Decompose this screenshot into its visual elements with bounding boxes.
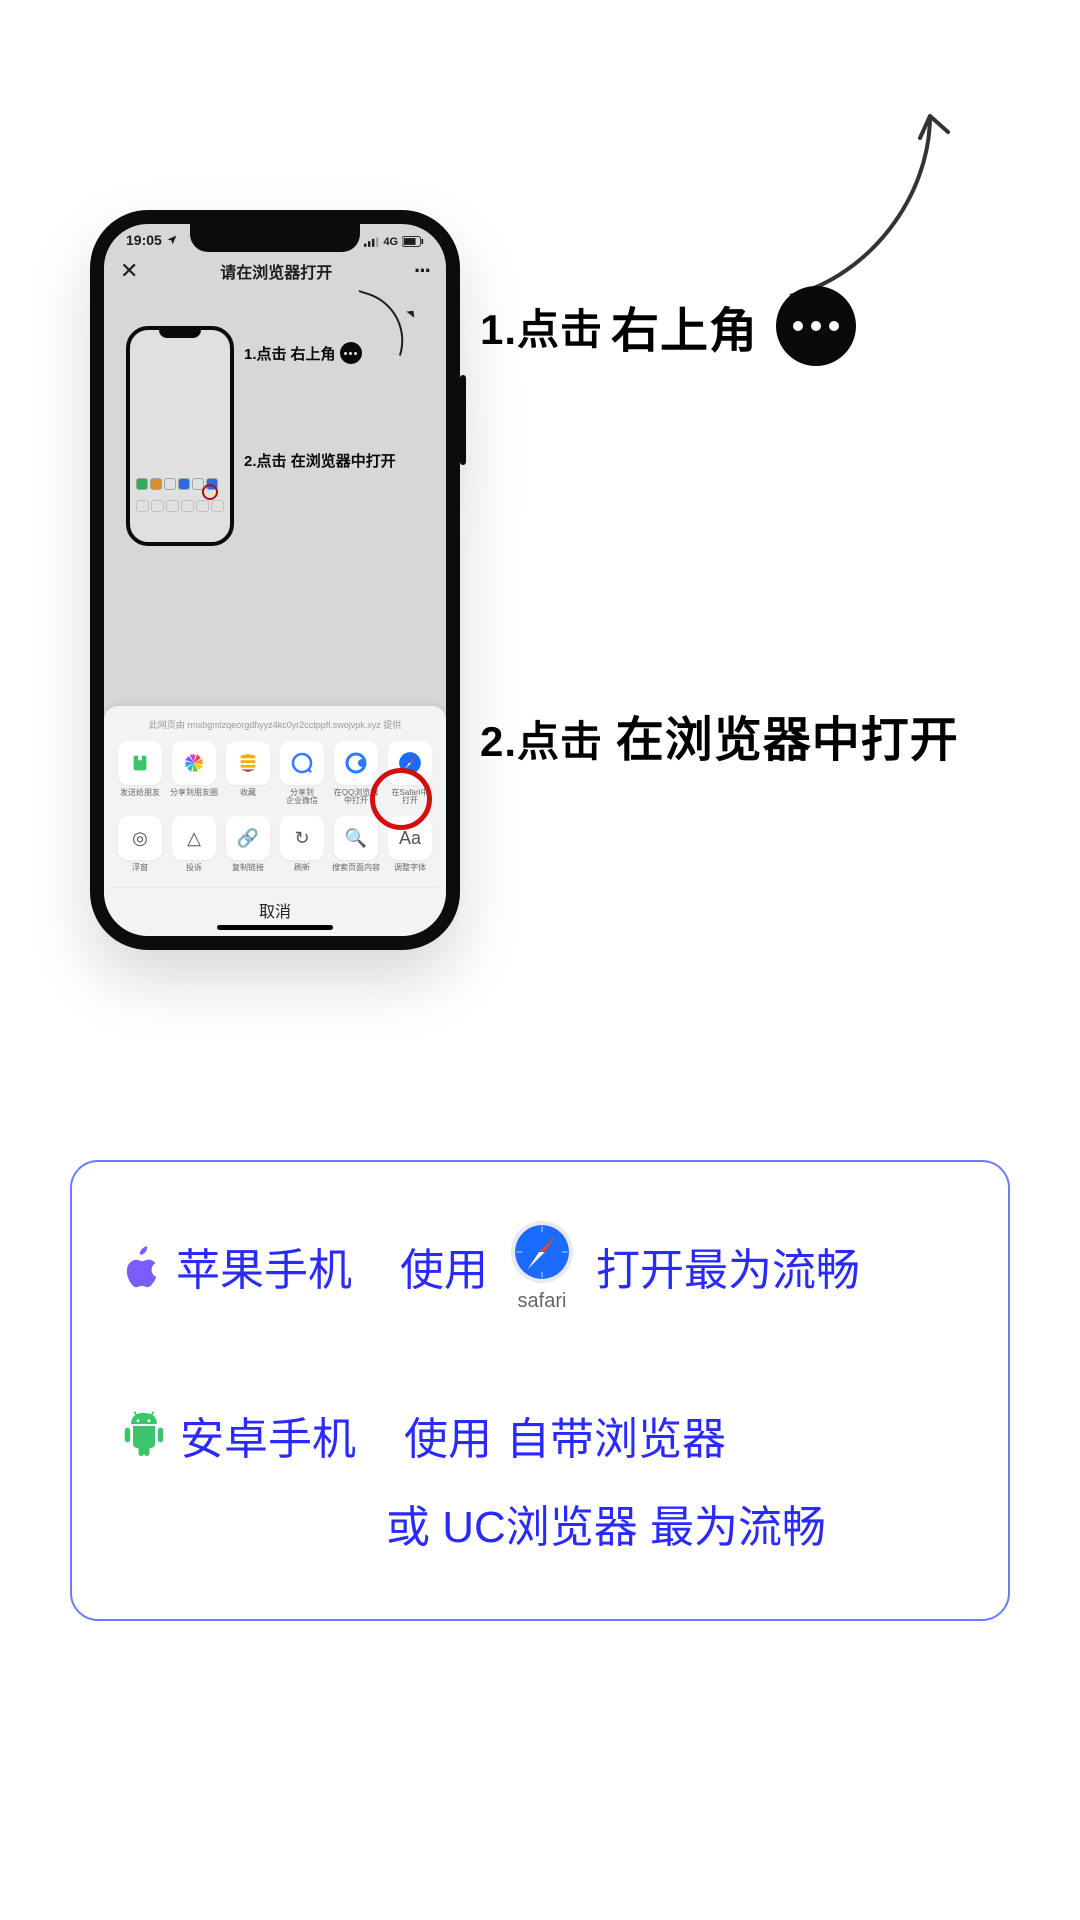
sheet-label: 在Safari中 打开 bbox=[392, 789, 429, 807]
share-moments-icon bbox=[172, 741, 216, 785]
tip-apple-line: 苹果手机 使用 safari 打开最为流畅 bbox=[122, 1218, 958, 1313]
battery-icon bbox=[402, 236, 424, 247]
float-icon: ◎ bbox=[118, 816, 162, 860]
inner-step1-prefix: 1.点击 bbox=[244, 343, 287, 364]
step1-bold: 右上角 bbox=[611, 291, 758, 361]
copy-link-icon: 🔗 bbox=[226, 816, 270, 860]
safari-icon bbox=[508, 1218, 576, 1286]
report-icon: △ bbox=[172, 816, 216, 860]
sheet-item-share-moments[interactable]: 分享到朋友圈 bbox=[170, 741, 218, 807]
step2-prefix: 2.点击 bbox=[480, 718, 603, 765]
sheet-item-refresh[interactable]: ↻ 刷新 bbox=[278, 816, 326, 873]
cancel-button[interactable]: 取消 bbox=[112, 887, 438, 922]
mini-more-icon bbox=[340, 342, 362, 364]
step1-prefix: 1.点击 bbox=[480, 296, 603, 357]
sheet-item-favorite[interactable]: 收藏 bbox=[224, 741, 272, 807]
status-right: 4G bbox=[364, 232, 424, 248]
signal-icon bbox=[364, 237, 380, 247]
sheet-item-open-safari[interactable]: 在Safari中 打开 bbox=[386, 741, 434, 807]
sheet-label: 复制链接 bbox=[232, 864, 264, 873]
location-arrow-icon bbox=[166, 234, 178, 246]
open-qq-icon bbox=[334, 741, 378, 785]
sheet-item-open-qq[interactable]: 在QQ浏览器 中打开 bbox=[332, 741, 380, 807]
tip-android-use: 使用 bbox=[404, 1403, 492, 1467]
inner-step2-bold: 在浏览器中打开 bbox=[291, 453, 396, 470]
tip-apple-label: 苹果手机 bbox=[176, 1234, 352, 1298]
share-friend-icon bbox=[118, 741, 162, 785]
instruction-step-2: 2.点击 在浏览器中打开 bbox=[480, 700, 959, 770]
tip-apple-use: 使用 bbox=[400, 1234, 488, 1298]
sheet-item-report[interactable]: △ 投诉 bbox=[170, 816, 218, 873]
share-sheet: 此网页由 rmxbgmlzqeorgdhyyz4kc0yr2cctppfl.sw… bbox=[104, 706, 446, 936]
font-size-icon: Aa bbox=[388, 816, 432, 860]
home-indicator bbox=[217, 925, 333, 930]
browser-tip-box: 苹果手机 使用 safari 打开最为流畅 安卓手机 使用 自 bbox=[70, 1160, 1010, 1621]
share-wecom-icon bbox=[280, 741, 324, 785]
step2-bold: 在浏览器中打开 bbox=[616, 714, 959, 767]
sheet-label: 在QQ浏览器 中打开 bbox=[334, 789, 378, 807]
sheet-item-float[interactable]: ◎ 浮窗 bbox=[116, 816, 164, 873]
refresh-icon: ↻ bbox=[280, 816, 324, 860]
pointer-arrow bbox=[780, 86, 960, 306]
tip-apple-after: 打开最为流畅 bbox=[596, 1234, 860, 1298]
status-time: 19:05 bbox=[126, 232, 162, 248]
status-net: 4G bbox=[383, 236, 398, 248]
safari-caption: safari bbox=[518, 1290, 567, 1313]
tip-android-line2a: 或 bbox=[386, 1503, 430, 1552]
instruction-step-1: 1.点击 右上角 bbox=[480, 286, 856, 366]
more-button[interactable]: ··· bbox=[414, 258, 430, 284]
navbar-title: 请在浏览器打开 bbox=[220, 259, 332, 283]
sheet-item-font-size[interactable]: Aa 调整字体 bbox=[386, 816, 434, 873]
sheet-label: 刷新 bbox=[294, 864, 310, 873]
sheet-label: 投诉 bbox=[186, 864, 202, 873]
sheet-label: 发送给朋友 bbox=[120, 789, 160, 798]
sheet-item-search-page[interactable]: 🔍 搜索页面内容 bbox=[332, 816, 380, 873]
sheet-item-share-friend[interactable]: 发送给朋友 bbox=[116, 741, 164, 807]
inner-step1-bold: 右上角 bbox=[291, 343, 336, 364]
sheet-item-share-wecom[interactable]: 分享到 企业微信 bbox=[278, 741, 326, 807]
tip-android-label: 安卓手机 bbox=[180, 1403, 356, 1467]
tip-android-line2c: 最为流畅 bbox=[650, 1503, 826, 1552]
sheet-label: 调整字体 bbox=[394, 864, 426, 873]
phone-mockup: 19:05 4G ✕ 请在浏览器打开 ··· 1.点击 bbox=[90, 210, 460, 950]
apple-icon bbox=[122, 1243, 162, 1289]
more-dots-icon bbox=[776, 286, 856, 366]
sheet-label: 分享到 企业微信 bbox=[286, 789, 318, 807]
sheet-source-line: 此网页由 rmxbgmlzqeorgdhyyz4kc0yr2cctppfl.sw… bbox=[112, 714, 438, 741]
search-page-icon: 🔍 bbox=[334, 816, 378, 860]
tip-android-line2b: UC浏览器 bbox=[442, 1503, 638, 1552]
android-icon bbox=[122, 1411, 166, 1459]
tip-android-after1: 自带浏览器 bbox=[506, 1403, 726, 1467]
open-safari-icon bbox=[388, 741, 432, 785]
sheet-label: 搜索页面内容 bbox=[332, 864, 380, 873]
tip-android-line: 安卓手机 使用 自带浏览器 bbox=[122, 1403, 958, 1467]
sheet-item-copy-link[interactable]: 🔗 复制链接 bbox=[224, 816, 272, 873]
favorite-icon bbox=[226, 741, 270, 785]
webview-navbar: ✕ 请在浏览器打开 ··· bbox=[104, 248, 446, 292]
sheet-label: 分享到朋友圈 bbox=[170, 789, 218, 798]
tip-android-line2: 或 UC浏览器 最为流畅 bbox=[122, 1491, 958, 1555]
inner-step2-prefix: 2.点击 bbox=[244, 453, 287, 470]
sheet-label: 收藏 bbox=[240, 789, 256, 798]
inner-tutorial-image: 1.点击 右上角 2.点击 在浏览器中打开 bbox=[104, 292, 446, 632]
sheet-label: 浮窗 bbox=[132, 864, 148, 873]
close-button[interactable]: ✕ bbox=[120, 258, 138, 284]
